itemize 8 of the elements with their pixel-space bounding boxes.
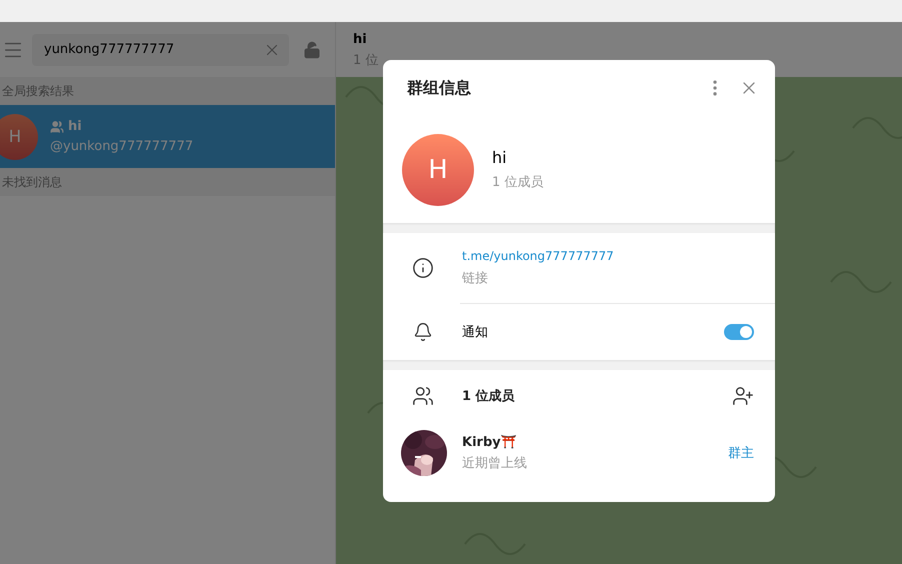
result-username: @yunkong777777777 xyxy=(50,139,194,154)
result-name: hi xyxy=(68,119,82,134)
section-title: 全局搜索结果 xyxy=(0,77,335,105)
chat-title: hi xyxy=(353,32,368,47)
section-title: 未找到消息 xyxy=(0,168,335,196)
search-field[interactable]: yunkong777777777 xyxy=(32,34,289,66)
group-icon xyxy=(50,120,64,134)
avatar: H xyxy=(0,114,38,160)
